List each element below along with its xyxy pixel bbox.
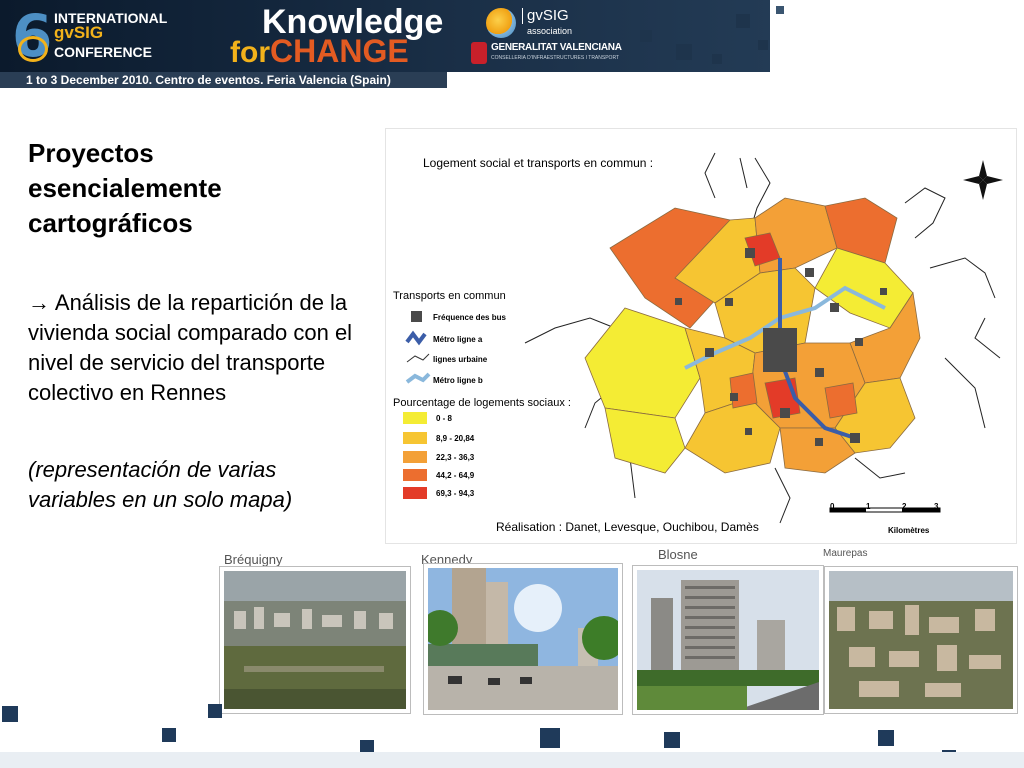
photo-label-brequigny: Bréquigny: [224, 552, 283, 567]
legend-item-metro-b: Métro ligne b: [433, 375, 483, 385]
photo-kennedy-image: [428, 568, 618, 710]
photo-brequigny: [220, 567, 410, 713]
logo-ring-icon: [18, 36, 48, 62]
association-name: gvSIG: [522, 8, 569, 24]
footer-pixel: [540, 728, 560, 748]
slogan-change: CHANGE: [270, 33, 409, 69]
gvsig-association-logo-icon: [486, 8, 516, 38]
legend-class-3: 22,3 - 36,3: [403, 449, 474, 465]
footer-pixel: [2, 706, 18, 722]
banner-pixel: [676, 44, 692, 60]
slide-paragraph-italic: (representación de varias variables en u…: [28, 457, 293, 512]
footer-pixel: [664, 732, 680, 748]
banner-pixel: [640, 30, 652, 42]
scale-tick-3: 3: [934, 502, 939, 511]
scalebar-labels: 0 1 2 3 Kilomètres: [830, 496, 940, 536]
legend-item-bus: Fréquence des bus: [433, 312, 506, 322]
legend-item-metro-a: Métro ligne a: [433, 334, 483, 344]
legend-swatch: [403, 469, 427, 481]
generalitat-subtitle: CONSELLERIA D'INFRAESTRUCTURES I TRANSPO…: [491, 55, 620, 61]
scale-tick-1: 1: [866, 502, 871, 511]
north-arrow-icon: [963, 160, 1003, 200]
slide-title: Proyectos esencialemente cartográficos: [28, 138, 222, 238]
legend-class-1: 0 - 8: [403, 410, 452, 426]
photo-kennedy: [424, 564, 622, 714]
photo-label-maurepas: Maurepas: [823, 548, 868, 559]
legend-transport-heading: Transports en commun: [393, 290, 506, 302]
legend-class-5: 69,3 - 94,3: [403, 485, 474, 501]
footer-band: [0, 752, 1024, 768]
map-title: Logement social et transports en commun …: [423, 156, 654, 170]
legend-swatch: [403, 487, 427, 499]
legend-symbol-bus: [411, 311, 422, 322]
conference-banner: 6 INTERNATIONAL gvSIG CONFERENCE Knowled…: [0, 0, 1024, 88]
slogan-for-change: forCHANGE: [230, 34, 409, 75]
legend-swatch: [403, 412, 427, 424]
legend-symbol-metro-a: [405, 330, 427, 346]
slogan-for: for: [230, 36, 270, 69]
photo-maurepas-image: [829, 571, 1013, 709]
legend-swatch: [403, 451, 427, 463]
legend-item-bus-lines: lignes urbaine: [433, 354, 488, 364]
footer-pixel: [208, 704, 222, 718]
banner-pixel: [736, 14, 750, 28]
conference-line-2: gvSIG: [54, 23, 104, 42]
generalitat-emblem-icon: [471, 42, 487, 64]
photo-brequigny-image: [224, 571, 406, 709]
conference-line-3: CONFERENCE: [54, 44, 153, 60]
photo-label-blosne: Blosne: [658, 547, 698, 562]
banner-pixel: [712, 54, 722, 64]
legend-social-heading: Pourcentage de logements sociaux :: [393, 397, 571, 409]
banner-pixel: [776, 6, 784, 14]
legend-swatch: [403, 432, 427, 444]
legend-symbol-bus-lines: [406, 353, 430, 363]
generalitat-name: GENERALITAT VALENCIANA: [491, 42, 622, 53]
association-subtitle: association: [527, 26, 573, 36]
date-location-strip: 1 to 3 December 2010. Centro de eventos.…: [0, 72, 447, 88]
footer-pixel: [162, 728, 176, 742]
footer-pixel: [878, 730, 894, 746]
photo-maurepas: [825, 567, 1017, 713]
photo-blosne-image: [637, 570, 819, 710]
legend-class-2: 8,9 - 20,84: [403, 430, 474, 446]
scale-tick-2: 2: [902, 502, 907, 511]
scale-tick-0: 0: [830, 502, 835, 511]
legend-symbol-metro-b: [405, 372, 431, 384]
scale-unit: Kilomètres: [888, 526, 930, 535]
legend-class-4: 44,2 - 64,9: [403, 467, 474, 483]
photo-blosne: [633, 566, 823, 714]
slide-paragraph: → Análisis de la repartición de la vivie…: [28, 290, 353, 405]
map-credit: Réalisation : Danet, Levesque, Ouchibou,…: [496, 520, 759, 534]
banner-pixel: [758, 40, 768, 50]
